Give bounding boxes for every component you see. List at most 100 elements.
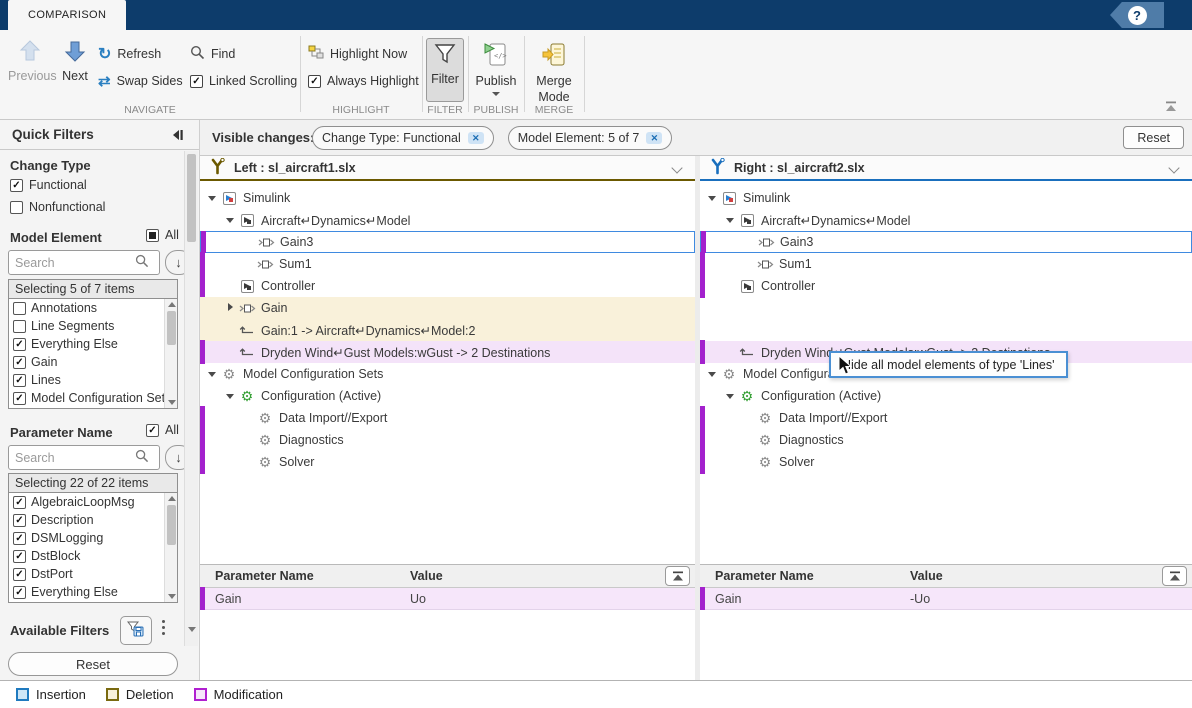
block-icon — [257, 236, 275, 249]
help-button[interactable]: ? — [1110, 2, 1164, 28]
filter-list-item[interactable]: ✓AlgebraicLoopMsg — [9, 493, 164, 511]
tree-node-label: Gain:1 -> Aircraft↵Dynamics↵Model:2 — [261, 323, 475, 338]
ribbon-separator — [524, 36, 525, 112]
tree-node[interactable]: ⚙Configuration (Active) — [700, 385, 1192, 407]
filter-item-label: DstPort — [31, 567, 73, 581]
chevron-down-icon[interactable] — [1170, 164, 1180, 174]
sidebar-reset-button[interactable]: Reset — [8, 652, 178, 676]
tree-node[interactable]: Gain:1 -> Aircraft↵Dynamics↵Model:2 — [200, 319, 695, 341]
parameter-name-list-scrollbar[interactable] — [164, 493, 177, 602]
filter-chip[interactable]: Model Element: 5 of 7✕ — [508, 126, 673, 150]
sidebar-scrollbar[interactable] — [184, 151, 198, 646]
refresh-button[interactable]: ↻ Refresh — [98, 44, 161, 64]
filter-chips: Change Type: Functional✕ Model Element: 5… — [312, 126, 672, 150]
model-element-all-checkbox[interactable]: All — [146, 228, 179, 242]
filter-toggle-button[interactable]: Filter — [426, 38, 464, 102]
filter-list-item[interactable]: ✓Everything Else — [9, 583, 164, 601]
tree-node-label: Solver — [279, 455, 314, 469]
checkbox-checked-icon: ✓ — [190, 75, 203, 88]
model-element-search-input[interactable] — [9, 252, 135, 273]
filter-list-item[interactable]: Line Segments — [9, 317, 164, 335]
swap-sides-button[interactable]: ⇄ Swap Sides — [98, 71, 183, 91]
publish-button[interactable]: </> Publish — [472, 38, 520, 102]
legend-item: Modification — [194, 687, 283, 702]
filter-chip[interactable]: Change Type: Functional✕ — [312, 126, 494, 150]
remove-chip-icon[interactable]: ✕ — [468, 132, 484, 144]
tree-expand-arrow[interactable] — [224, 213, 238, 227]
tree-node[interactable]: Simulink — [700, 187, 1192, 209]
collapse-param-table-button[interactable] — [1162, 566, 1187, 586]
tree-node[interactable]: Aircraft↵Dynamics↵Model — [200, 209, 695, 231]
gear-gray-icon: ⚙ — [720, 367, 738, 381]
refresh-label: Refresh — [117, 47, 161, 61]
chevron-down-icon[interactable] — [673, 164, 683, 174]
model-element-search — [8, 250, 160, 275]
collapse-sidebar-button[interactable] — [170, 128, 185, 145]
tree-node[interactable]: ⚙Diagnostics — [700, 429, 1192, 451]
publish-label: Publish — [476, 74, 517, 90]
tree-node[interactable]: ⚙Data Import//Export — [700, 407, 1192, 429]
tree-node[interactable]: ⚙Solver — [200, 451, 695, 473]
change-type-option[interactable]: ✓Functional — [10, 178, 87, 192]
parameter-name-all-checkbox[interactable]: ✓ All — [146, 423, 179, 437]
filter-list-item[interactable]: ✓Lines — [9, 371, 164, 389]
collapse-ribbon-button[interactable] — [1164, 101, 1178, 115]
tree-node[interactable]: ⚙Diagnostics — [200, 429, 695, 451]
filter-list-item[interactable]: ✓Everything Else — [9, 335, 164, 353]
right-panel-header[interactable]: Right : sl_aircraft2.slx — [700, 156, 1192, 181]
tree-node[interactable]: Sum1 — [700, 253, 1192, 275]
param-table-row[interactable]: Gain-Uo — [700, 588, 1192, 610]
more-options-icon[interactable] — [162, 620, 166, 638]
filter-list-item[interactable]: ✓DstPort — [9, 565, 164, 583]
left-panel-header[interactable]: Left : sl_aircraft1.slx — [200, 156, 695, 181]
filter-list-item[interactable]: ✓Description — [9, 511, 164, 529]
filter-list-item[interactable]: ✓Model Configuration Set — [9, 389, 164, 407]
parameter-name-search-input[interactable] — [9, 447, 135, 468]
filter-list-item[interactable]: Annotations — [9, 299, 164, 317]
param-table-row[interactable]: GainUo — [200, 588, 695, 610]
tree-expand-arrow[interactable] — [206, 367, 220, 381]
tree-node[interactable]: Gain3 — [200, 231, 695, 253]
tree-node[interactable]: Sum1 — [200, 253, 695, 275]
tree-node-label: Configuration (Active) — [261, 389, 381, 403]
tree-node[interactable]: ⚙Solver — [700, 451, 1192, 473]
tree-node[interactable]: Controller — [700, 275, 1192, 297]
tree-node[interactable]: Gain3 — [700, 231, 1192, 253]
save-filter-button[interactable] — [120, 616, 152, 645]
tree-node[interactable]: ⚙Configuration (Active) — [200, 385, 695, 407]
tree-expand-arrow[interactable] — [724, 389, 738, 403]
tree-node[interactable]: Dryden Wind↵Gust Models:wGust -> 2 Desti… — [200, 341, 695, 363]
tab-comparison[interactable]: COMPARISON — [8, 0, 126, 30]
tree-node[interactable]: ⚙Data Import//Export — [200, 407, 695, 429]
tree-node-label: Aircraft↵Dynamics↵Model — [261, 213, 410, 228]
tree-expand-arrow[interactable] — [706, 191, 720, 205]
model-element-list-scrollbar[interactable] — [164, 299, 177, 408]
tree-expand-arrow[interactable] — [206, 191, 220, 205]
merge-mode-button[interactable]: Merge Mode — [528, 38, 580, 102]
always-highlight-checkbox[interactable]: ✓ Always Highlight — [308, 71, 419, 91]
tree-node-label: Solver — [779, 455, 814, 469]
tree-node[interactable]: Simulink — [200, 187, 695, 209]
filter-reset-button[interactable]: Reset — [1123, 126, 1184, 149]
tree-expand-arrow[interactable] — [706, 367, 720, 381]
change-type-option[interactable]: Nonfunctional — [10, 200, 105, 214]
tree-expand-arrow[interactable] — [224, 301, 238, 315]
linked-scrolling-checkbox[interactable]: ✓ Linked Scrolling — [190, 71, 297, 91]
simulink-icon — [720, 192, 738, 205]
filter-list-item[interactable]: ✓Gain — [9, 353, 164, 371]
tree-node[interactable]: Aircraft↵Dynamics↵Model — [700, 209, 1192, 231]
tree-node[interactable]: ⚙Model Configuration Sets — [200, 363, 695, 385]
remove-chip-icon[interactable]: ✕ — [646, 132, 662, 144]
tree-expand-arrow[interactable] — [224, 389, 238, 403]
filter-list-item[interactable]: ✓DSMLogging — [9, 529, 164, 547]
collapse-param-table-button[interactable] — [665, 566, 690, 586]
tree-expand-arrow[interactable] — [724, 213, 738, 227]
find-button[interactable]: Find — [190, 44, 235, 64]
ribbon-separator — [300, 36, 301, 112]
highlight-now-button[interactable]: Highlight Now — [308, 44, 407, 64]
next-button[interactable]: Next — [56, 38, 94, 83]
previous-button[interactable]: Previous — [8, 38, 52, 83]
tree-node[interactable]: Gain — [200, 297, 695, 319]
tree-node[interactable]: Controller — [200, 275, 695, 297]
filter-list-item[interactable]: ✓DstBlock — [9, 547, 164, 565]
